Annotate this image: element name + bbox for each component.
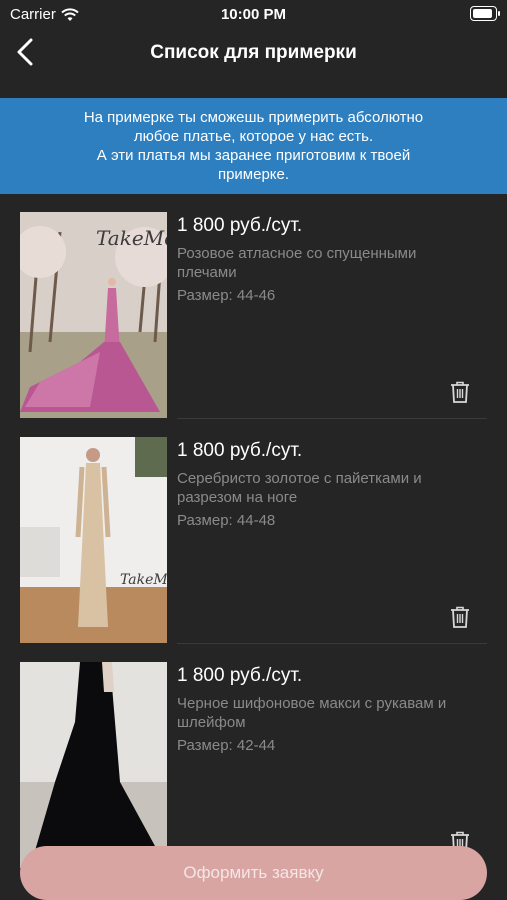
dress-photo-pink: TakeMe <box>20 212 167 418</box>
item-price: 1 800 руб./сут. <box>177 665 303 686</box>
item-size: Размер: 42-44 <box>177 737 276 754</box>
brand-logo: TakeMe <box>96 226 167 250</box>
status-bar: Carrier 10:00 PM <box>0 0 507 28</box>
info-banner: На примерке ты сможешь примерить абсолют… <box>0 98 507 194</box>
item-price: 1 800 руб./сут. <box>177 215 303 236</box>
page-title: Список для примерки <box>150 42 357 63</box>
item-size: Размер: 44-48 <box>177 512 276 529</box>
trash-icon[interactable] <box>449 605 471 629</box>
submit-request-button[interactable]: Оформить заявку <box>20 846 487 900</box>
item-divider <box>177 418 487 419</box>
status-time: 10:00 PM <box>220 6 287 23</box>
item-description: Розовое атласное со спущенными плечами <box>177 245 417 281</box>
list-item[interactable]: TakeMe 1 800 руб./сут. Серебристо золото… <box>0 437 507 662</box>
item-description: Серебристо золотое с пайетками и разрезо… <box>177 470 422 506</box>
battery-icon <box>470 6 500 21</box>
item-description: Черное шифоновое макси с рукавам и шлейф… <box>177 695 447 731</box>
dress-photo-gold: TakeMe <box>20 437 167 643</box>
dress-photo-black <box>20 662 167 868</box>
fitting-list: TakeMe 1 800 руб./сут. Розовое атласное … <box>0 212 507 887</box>
list-item[interactable]: TakeMe 1 800 руб./сут. Розовое атласное … <box>0 212 507 437</box>
item-divider <box>177 643 487 644</box>
trash-icon[interactable] <box>449 380 471 404</box>
info-banner-text: На примерке ты сможешь примерить абсолют… <box>83 109 424 183</box>
item-price: 1 800 руб./сут. <box>177 440 303 461</box>
brand-logo: TakeMe <box>120 572 167 588</box>
item-size: Размер: 44-46 <box>177 287 276 304</box>
nav-bar: Список для примерки <box>0 28 507 78</box>
